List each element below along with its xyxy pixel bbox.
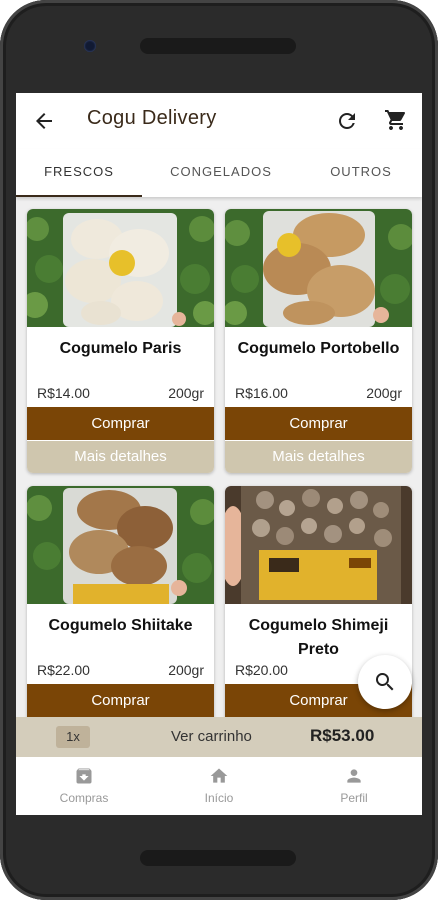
product-weight: 200gr bbox=[168, 662, 204, 678]
tab-congelados[interactable]: CONGELADOS bbox=[142, 149, 300, 197]
product-image bbox=[27, 209, 214, 327]
product-price: R$16.00 bbox=[235, 385, 288, 401]
app-title: Cogu Delivery bbox=[87, 107, 217, 129]
app-screen: Cogu Delivery FRESCOS CONGELADOS OUTROS bbox=[16, 93, 422, 815]
tab-frescos[interactable]: FRESCOS bbox=[16, 149, 142, 197]
refresh-icon[interactable] bbox=[335, 109, 359, 133]
product-card[interactable]: Cogumelo Shiitake R$22.00 200gr Comprar bbox=[27, 486, 214, 726]
nav-label: Perfil bbox=[340, 791, 368, 805]
phone-bottom-bar bbox=[140, 850, 296, 866]
nav-label: Compras bbox=[59, 791, 109, 805]
cart-summary-bar[interactable]: 1x Ver carrinho R$53.00 bbox=[16, 717, 422, 757]
app-bar: Cogu Delivery bbox=[16, 93, 422, 149]
phone-speaker bbox=[140, 38, 296, 54]
product-card[interactable]: Cogumelo Portobello R$16.00 200gr Compra… bbox=[225, 209, 412, 473]
product-grid: Cogumelo Paris R$14.00 200gr Comprar Mai… bbox=[16, 197, 422, 726]
home-icon bbox=[210, 768, 228, 783]
nav-label: Início bbox=[204, 791, 234, 805]
shopping-cart-icon[interactable] bbox=[384, 108, 408, 132]
search-fab[interactable] bbox=[358, 655, 412, 709]
view-cart-link[interactable]: Ver carrinho bbox=[171, 728, 252, 745]
camera-icon bbox=[84, 40, 96, 52]
nav-item-compras[interactable]: Compras bbox=[44, 757, 124, 815]
product-weight: 200gr bbox=[366, 385, 402, 401]
product-weight: 200gr bbox=[168, 385, 204, 401]
nav-item-perfil[interactable]: Perfil bbox=[314, 757, 394, 815]
arrow-back-icon[interactable] bbox=[32, 109, 56, 133]
phone-frame: Cogu Delivery FRESCOS CONGELADOS OUTROS bbox=[0, 0, 438, 900]
bottom-navigation: Compras Início Perfil bbox=[16, 757, 422, 815]
product-name: Cogumelo Shiitake bbox=[48, 617, 193, 634]
product-image bbox=[225, 486, 412, 604]
person-icon bbox=[347, 769, 361, 783]
search-icon bbox=[376, 673, 394, 691]
product-price: R$14.00 bbox=[37, 385, 90, 401]
buy-button[interactable]: Comprar bbox=[225, 407, 412, 440]
buy-button[interactable]: Comprar bbox=[27, 684, 214, 717]
product-price: R$20.00 bbox=[235, 662, 288, 678]
product-name: Cogumelo Portobello bbox=[237, 340, 400, 357]
product-card[interactable]: Cogumelo Paris R$14.00 200gr Comprar Mai… bbox=[27, 209, 214, 473]
tab-outros[interactable]: OUTROS bbox=[300, 149, 422, 197]
cart-total: R$53.00 bbox=[310, 726, 375, 745]
archive-box-icon bbox=[76, 768, 92, 784]
product-price: R$22.00 bbox=[37, 662, 90, 678]
product-image bbox=[27, 486, 214, 604]
category-tabs: FRESCOS CONGELADOS OUTROS bbox=[16, 149, 422, 197]
buy-button[interactable]: Comprar bbox=[27, 407, 214, 440]
product-image bbox=[225, 209, 412, 327]
product-name: Cogumelo Paris bbox=[59, 340, 182, 357]
cart-quantity-badge: 1x bbox=[56, 726, 90, 748]
nav-item-inicio[interactable]: Início bbox=[179, 757, 259, 815]
details-button[interactable]: Mais detalhes bbox=[225, 441, 412, 473]
details-button[interactable]: Mais detalhes bbox=[27, 441, 214, 473]
